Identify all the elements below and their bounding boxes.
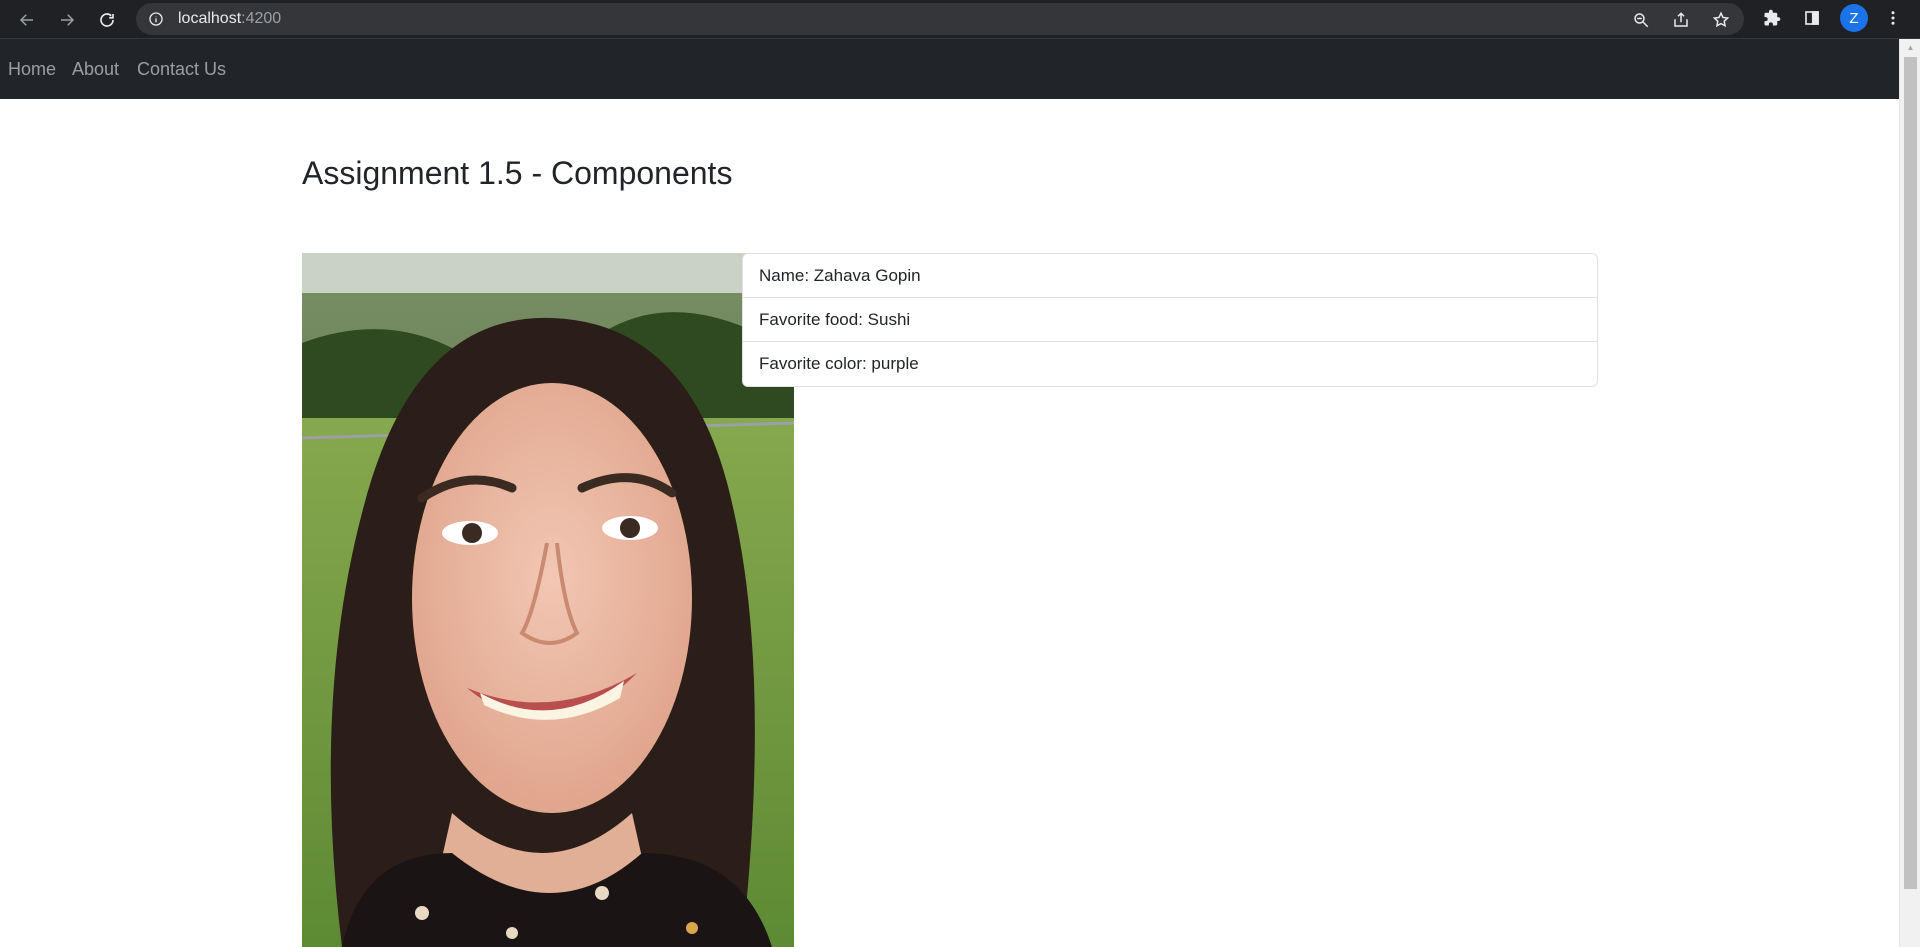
- page-scrollbar[interactable]: ▲: [1899, 39, 1920, 947]
- nav-link-about[interactable]: About: [72, 59, 119, 80]
- back-arrow-icon[interactable]: [12, 5, 42, 35]
- forward-arrow-icon[interactable]: [52, 5, 82, 35]
- nav-link-home[interactable]: Home: [8, 59, 56, 80]
- site-info-icon[interactable]: [148, 11, 164, 27]
- share-icon[interactable]: [1672, 11, 1690, 29]
- bookmark-star-icon[interactable]: [1712, 11, 1730, 29]
- url-text[interactable]: localhost:4200: [178, 10, 281, 28]
- extensions-icon[interactable]: [1761, 7, 1783, 29]
- profile-photo: [302, 253, 794, 947]
- reload-icon[interactable]: [92, 5, 122, 35]
- scroll-up-arrow-icon[interactable]: ▲: [1900, 39, 1920, 56]
- address-bar[interactable]: localhost:4200: [136, 3, 1744, 35]
- side-panel-icon[interactable]: [1801, 7, 1823, 29]
- list-item-favorite-food: Favorite food: Sushi: [743, 298, 1597, 342]
- zoom-icon[interactable]: [1632, 11, 1650, 29]
- kebab-menu-icon[interactable]: [1882, 7, 1904, 29]
- list-item-name: Name: Zahava Gopin: [743, 254, 1597, 298]
- list-item-favorite-color: Favorite color: purple: [759, 354, 919, 373]
- site-navbar: Home About Contact Us: [0, 39, 1899, 99]
- scrollbar-thumb[interactable]: [1904, 57, 1917, 889]
- profile-avatar[interactable]: Z: [1840, 4, 1868, 32]
- profile-details-list: Name: Zahava Gopin Favorite food: Sushi …: [742, 253, 1598, 387]
- browser-toolbar: localhost:4200 Z: [0, 0, 1920, 39]
- page-title: Assignment 1.5 - Components: [302, 155, 733, 191]
- nav-link-contact-us[interactable]: Contact Us: [137, 59, 226, 80]
